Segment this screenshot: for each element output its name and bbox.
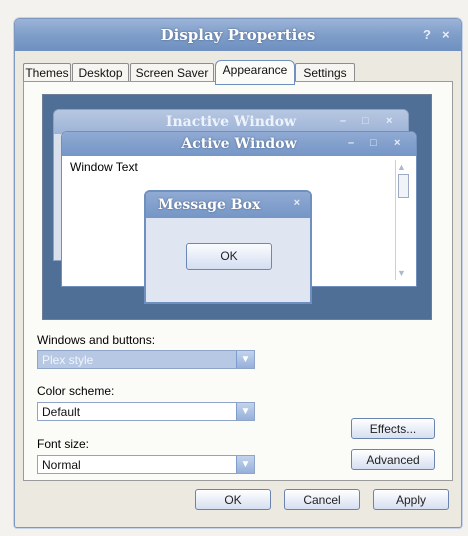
message-box-title: Message Box (158, 197, 261, 213)
effects-button[interactable]: Effects... (351, 418, 435, 439)
message-box-ok-button: OK (186, 243, 272, 270)
maximize-icon: □ (362, 115, 369, 127)
font-size-label: Font size: (37, 437, 90, 451)
minimize-icon: – (348, 137, 355, 149)
title-bar[interactable]: Display Properties ? × (15, 19, 461, 51)
tab-appearance[interactable]: Appearance (215, 60, 295, 85)
dialog-title: Display Properties (160, 26, 316, 44)
color-scheme-label: Color scheme: (37, 384, 115, 398)
tab-desktop[interactable]: Desktop (72, 63, 129, 83)
message-box-preview: Message Box × OK (144, 190, 312, 304)
inactive-window-title: Inactive Window (165, 114, 297, 130)
scroll-down-icon: ▼ (397, 268, 406, 278)
close-icon: × (386, 115, 393, 127)
color-scheme-value: Default (42, 405, 81, 419)
close-button[interactable]: × (442, 27, 450, 42)
minimize-icon: – (340, 115, 347, 127)
window-text-sample: Window Text (70, 160, 138, 174)
tab-themes[interactable]: Themes (23, 63, 71, 83)
display-properties-dialog: Display Properties ? × Themes Desktop Sc… (14, 18, 462, 528)
scroll-thumb (398, 174, 409, 198)
apply-button[interactable]: Apply (373, 489, 449, 510)
appearance-preview: Inactive Window – □ × Active Window – □ … (42, 94, 432, 320)
preview-scrollbar: ▲ ▼ (395, 160, 410, 280)
advanced-button[interactable]: Advanced (351, 449, 435, 470)
font-size-value: Normal (42, 458, 81, 472)
chevron-down-icon[interactable]: ▼ (236, 351, 254, 368)
windows-buttons-label: Windows and buttons: (37, 333, 156, 347)
windows-buttons-value: Plex style (42, 353, 94, 367)
color-scheme-select[interactable]: Default ▼ (37, 402, 255, 421)
appearance-panel: Inactive Window – □ × Active Window – □ … (23, 81, 453, 481)
tab-screen-saver[interactable]: Screen Saver (130, 63, 214, 83)
help-button[interactable]: ? (423, 27, 431, 42)
tab-settings[interactable]: Settings (295, 63, 355, 83)
cancel-button[interactable]: Cancel (284, 489, 360, 510)
chevron-down-icon[interactable]: ▼ (236, 403, 254, 420)
chevron-down-icon[interactable]: ▼ (236, 456, 254, 473)
maximize-icon: □ (370, 137, 377, 149)
scroll-up-icon: ▲ (397, 162, 406, 172)
active-window-title: Active Window (181, 136, 297, 152)
close-icon: × (394, 137, 401, 149)
windows-buttons-select[interactable]: Plex style ▼ (37, 350, 255, 369)
font-size-select[interactable]: Normal ▼ (37, 455, 255, 474)
close-icon: × (293, 197, 300, 209)
ok-button[interactable]: OK (195, 489, 271, 510)
